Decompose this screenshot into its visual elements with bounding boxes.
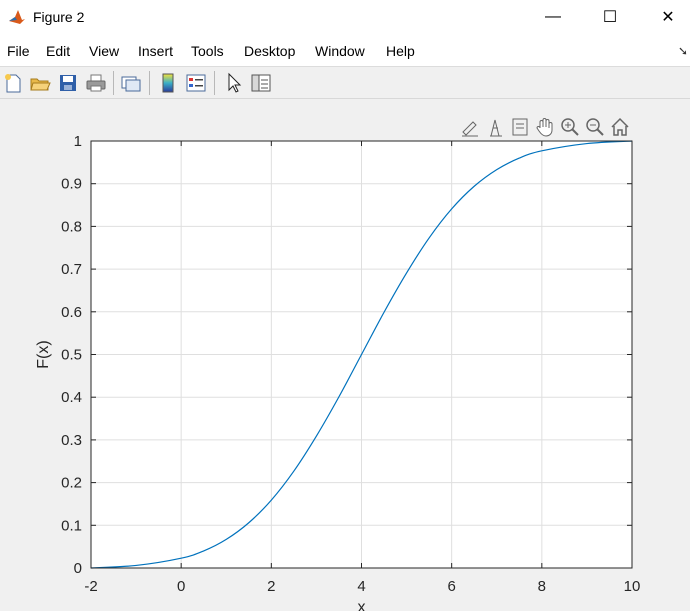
- y-tick-label: 1: [74, 133, 82, 150]
- y-tick-label: 0: [74, 560, 82, 577]
- toolbar-separator: [214, 71, 215, 95]
- y-tick-label: 0.7: [61, 261, 82, 278]
- y-tick-label: 0.4: [61, 389, 82, 406]
- y-axis-label: F(x): [35, 340, 52, 368]
- figure-canvas: -2 0 2 4 6 8 10 0 0.1 0.2 0.3 0.4 0.5 0.6 0.7 0.8 0.9 1 …: [0, 99, 690, 611]
- y-tick-label: 0.8: [61, 218, 82, 235]
- print-icon[interactable]: [85, 72, 107, 94]
- menu-tools[interactable]: Tools: [191, 43, 224, 59]
- x-tick-label: 2: [267, 578, 275, 595]
- x-tick-label: 8: [538, 578, 546, 595]
- save-icon[interactable]: [57, 72, 79, 94]
- y-tick-label: 0.2: [61, 475, 82, 492]
- title-bar: Figure 2 — ☐ ✕: [0, 0, 690, 36]
- toolbar-separator: [113, 71, 114, 95]
- y-tick-label: 0.3: [61, 432, 82, 449]
- x-axis-label: x: [358, 599, 366, 611]
- menu-window[interactable]: Window: [315, 43, 365, 59]
- minimize-button[interactable]: —: [530, 0, 576, 34]
- menu-file[interactable]: File: [7, 43, 30, 59]
- y-tick-label: 0.1: [61, 517, 82, 534]
- property-inspector-icon[interactable]: [250, 72, 272, 94]
- insert-legend-icon[interactable]: [185, 72, 207, 94]
- open-file-icon[interactable]: [29, 72, 51, 94]
- y-tick-label: 0.5: [61, 347, 82, 364]
- menu-insert[interactable]: Insert: [138, 43, 173, 59]
- x-tick-label: 10: [624, 578, 641, 595]
- insert-colorbar-icon[interactable]: [157, 72, 179, 94]
- menu-help[interactable]: Help: [386, 43, 415, 59]
- new-figure-icon[interactable]: [2, 72, 24, 94]
- menu-view[interactable]: View: [89, 43, 119, 59]
- y-tick-labels: 0 0.1 0.2 0.3 0.4 0.5 0.6 0.7 0.8 0.9 1: [61, 133, 82, 577]
- plot-axes[interactable]: -2 0 2 4 6 8 10 00.10.20.30.40.50.60.70.80.91 …: [0, 99, 690, 611]
- x-tick-label: 6: [447, 578, 455, 595]
- link-plot-icon[interactable]: [120, 72, 142, 94]
- figure-toolbar: [0, 67, 690, 99]
- menu-desktop[interactable]: Desktop: [244, 43, 295, 59]
- x-tick-label: 0: [177, 578, 185, 595]
- y-tick-label: 0.9: [61, 176, 82, 193]
- x-tick-label: -2: [84, 578, 97, 595]
- close-button[interactable]: ✕: [645, 0, 690, 34]
- maximize-button[interactable]: ☐: [587, 0, 633, 34]
- matlab-logo-icon: [8, 8, 26, 26]
- menu-edit[interactable]: Edit: [46, 43, 70, 59]
- window-title: Figure 2: [33, 9, 85, 25]
- y-tick-label: 0.6: [61, 304, 82, 321]
- x-tick-label: 4: [357, 578, 365, 595]
- toolbar-separator: [149, 71, 150, 95]
- x-tick-labels: -2 0 2 4 6 8 10: [84, 578, 640, 595]
- edit-plot-icon[interactable]: [223, 72, 245, 94]
- menu-bar: File Edit View Insert Tools Desktop Wind…: [0, 36, 690, 67]
- dock-arrow-icon[interactable]: ➘: [678, 44, 688, 58]
